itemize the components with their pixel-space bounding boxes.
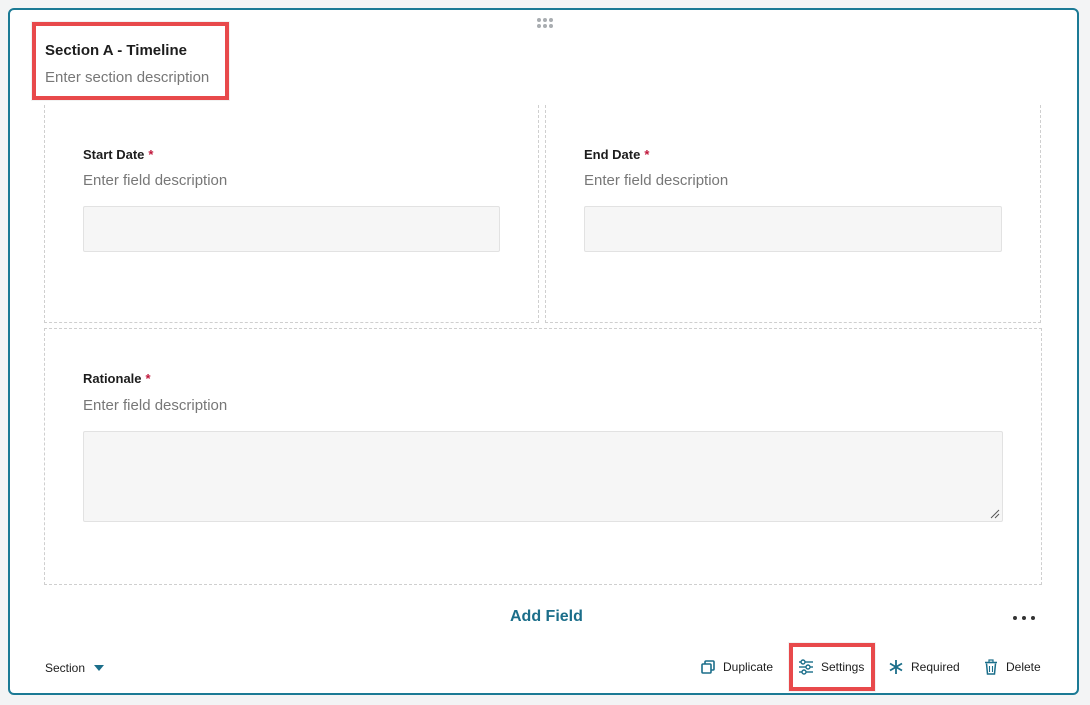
required-marker: * [145, 371, 151, 386]
chevron-down-icon [94, 665, 105, 671]
more-options-icon[interactable] [1013, 614, 1035, 622]
asterisk-icon [889, 660, 903, 674]
highlight-settings-button [789, 643, 875, 691]
section-type-dropdown[interactable]: Section [45, 661, 105, 675]
required-marker: * [148, 147, 154, 162]
delete-label: Delete [1006, 660, 1041, 674]
field-description-end-date[interactable]: Enter field description [584, 172, 728, 189]
required-toggle[interactable]: Required [888, 659, 960, 675]
end-date-input[interactable] [584, 206, 1002, 252]
required-marker: * [644, 147, 650, 162]
drag-handle-icon[interactable] [537, 18, 553, 28]
resize-grip-icon[interactable] [990, 509, 1000, 519]
field-label-start-date: Start Date * [83, 147, 154, 162]
delete-button[interactable]: Delete [983, 659, 1041, 675]
field-description-rationale[interactable]: Enter field description [83, 397, 227, 414]
section-card: Section A - Timeline Enter section descr… [8, 8, 1079, 695]
add-field-button[interactable]: Add Field [510, 608, 583, 626]
start-date-input[interactable] [83, 206, 500, 252]
field-label-rationale: Rationale * [83, 371, 151, 386]
section-type-label: Section [45, 661, 86, 675]
field-label-end-date: End Date * [584, 147, 650, 162]
duplicate-button[interactable]: Duplicate [700, 659, 773, 675]
duplicate-icon [701, 660, 715, 674]
required-label: Required [911, 660, 960, 674]
trash-icon [985, 659, 997, 675]
highlight-section-header [32, 22, 229, 100]
rationale-textarea[interactable] [83, 431, 1003, 522]
duplicate-label: Duplicate [723, 660, 774, 674]
field-description-start-date[interactable]: Enter field description [83, 172, 227, 189]
